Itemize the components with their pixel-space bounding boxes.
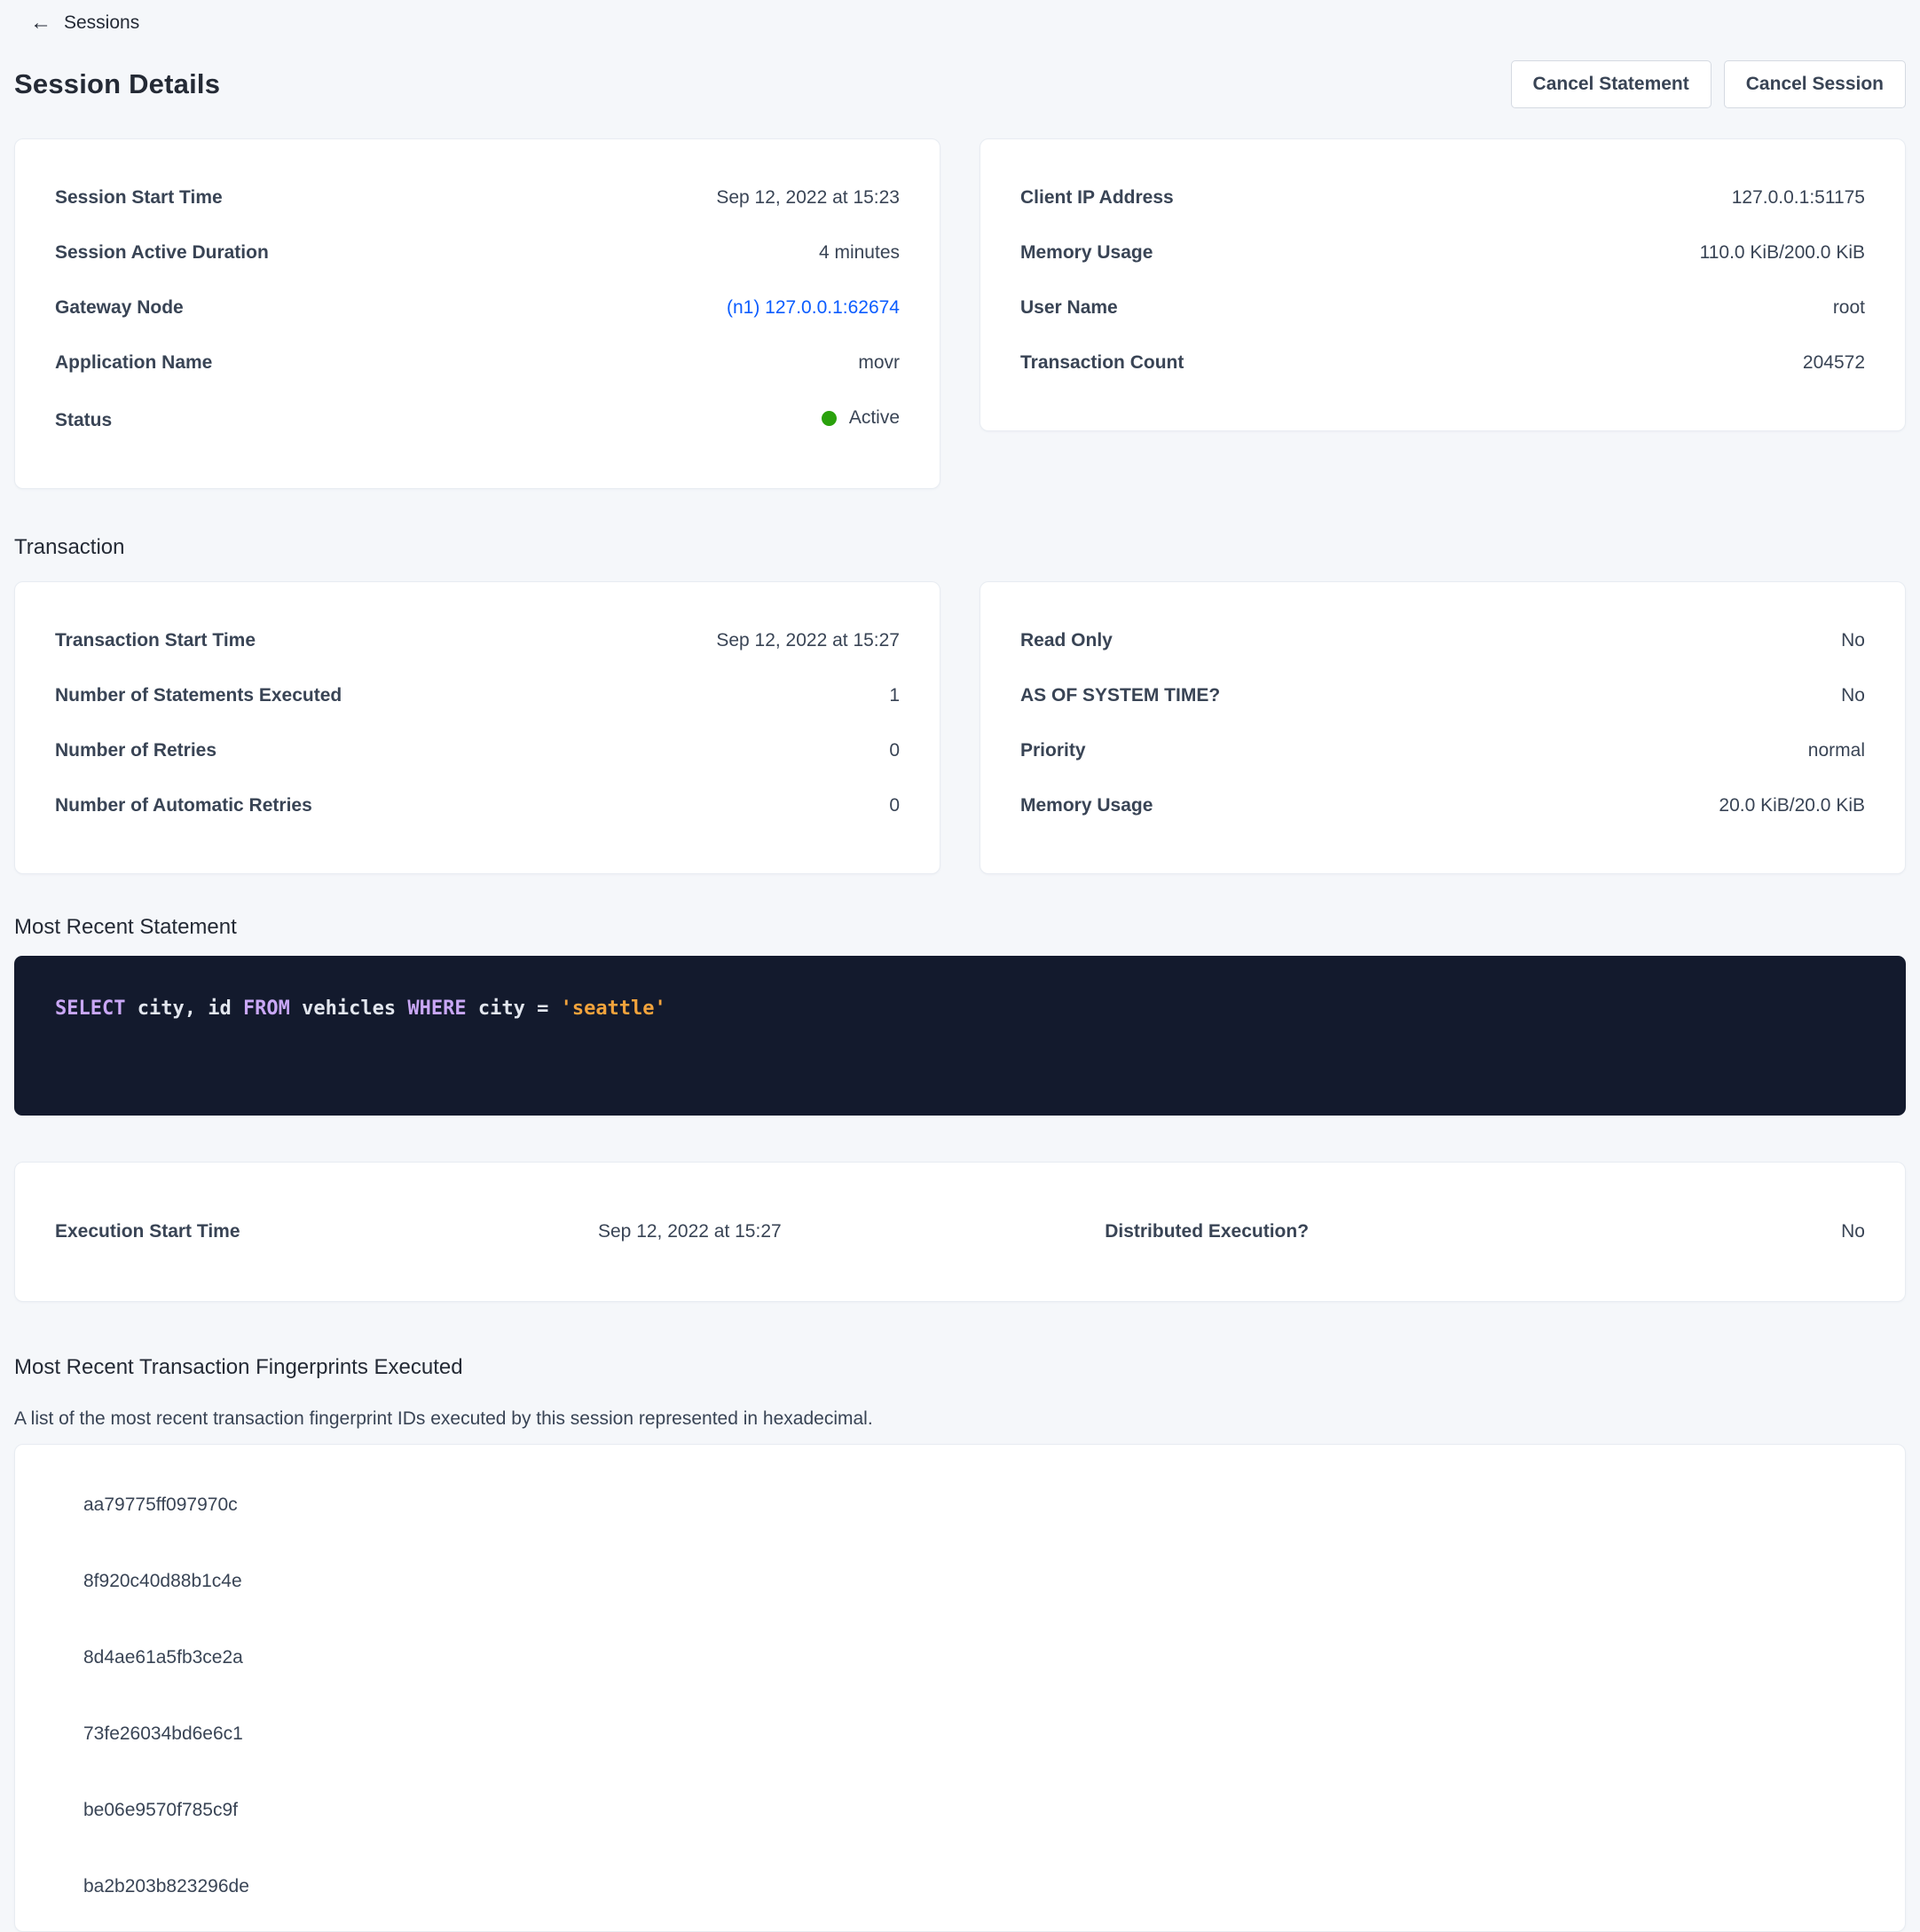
session-start-time-row: Session Start Time Sep 12, 2022 at 15:23: [55, 185, 900, 210]
row-label: Application Name: [55, 351, 212, 375]
client-ip-row: Client IP Address 127.0.0.1:51175: [1020, 185, 1865, 210]
execution-info-row: Execution Start Time Sep 12, 2022 at 15:…: [55, 1219, 1865, 1244]
row-label: Number of Retries: [55, 738, 216, 763]
row-label: User Name: [1020, 296, 1118, 320]
back-link-label: Sessions: [64, 12, 139, 34]
row-label: Memory Usage: [1020, 241, 1153, 265]
cancel-session-button[interactable]: Cancel Session: [1724, 60, 1906, 108]
status-row: Status Active: [55, 406, 900, 433]
sql-token-plain: city =: [467, 998, 561, 1020]
transaction-start-time-row: Transaction Start Time Sep 12, 2022 at 1…: [55, 628, 900, 653]
sql-token-plain: city, id: [125, 998, 242, 1020]
row-label: Read Only: [1020, 628, 1113, 653]
sql-token-string: 'seattle': [561, 998, 666, 1020]
transaction-memory-usage-row: Memory Usage 20.0 KiB/20.0 KiB: [1020, 793, 1865, 818]
user-name-row: User Name root: [1020, 296, 1865, 320]
gateway-node-link[interactable]: (n1) 127.0.0.1:62674: [727, 296, 900, 320]
action-buttons: Cancel Statement Cancel Session: [1511, 60, 1906, 108]
sql-statement-text: SELECT city, id FROM vehicles WHERE city…: [55, 995, 1865, 1022]
row-value: movr: [858, 351, 900, 375]
execution-info-card: Execution Start Time Sep 12, 2022 at 15:…: [14, 1162, 1906, 1302]
sql-token-keyword: SELECT: [55, 998, 125, 1020]
fingerprint-list-item: ba2b203b823296de: [55, 1874, 1865, 1899]
automatic-retries-row: Number of Automatic Retries 0: [55, 793, 900, 818]
execution-start-time-value: Sep 12, 2022 at 15:27: [598, 1219, 1105, 1244]
sql-token-plain: vehicles: [290, 998, 407, 1020]
row-label: Priority: [1020, 738, 1086, 763]
status-label: Active: [849, 406, 900, 430]
row-label: Status: [55, 408, 112, 433]
title-row: Session Details Cancel Statement Cancel …: [14, 60, 1906, 108]
application-name-row: Application Name movr: [55, 351, 900, 375]
session-overview-section: Session Start Time Sep 12, 2022 at 15:23…: [14, 138, 1906, 489]
session-active-duration-row: Session Active Duration 4 minutes: [55, 241, 900, 265]
fingerprint-list-item: 8d4ae61a5fb3ce2a: [55, 1645, 1865, 1670]
row-label: Number of Automatic Retries: [55, 793, 312, 818]
row-value: Sep 12, 2022 at 15:23: [716, 185, 900, 210]
retries-row: Number of Retries 0: [55, 738, 900, 763]
status-active-dot-icon: [822, 411, 837, 426]
row-label: Transaction Count: [1020, 351, 1184, 375]
fingerprints-section-heading: Most Recent Transaction Fingerprints Exe…: [14, 1355, 1906, 1380]
transaction-count-row: Transaction Count 204572: [1020, 351, 1865, 375]
transaction-card-left: Transaction Start Time Sep 12, 2022 at 1…: [14, 581, 940, 874]
row-label: Session Start Time: [55, 185, 223, 210]
execution-start-time-label: Execution Start Time: [55, 1219, 598, 1244]
transaction-card-right: Read Only No AS OF SYSTEM TIME? No Prior…: [980, 581, 1906, 874]
row-value: 20.0 KiB/20.0 KiB: [1719, 793, 1865, 818]
row-value: No: [1841, 628, 1865, 653]
row-value: 0: [889, 793, 900, 818]
row-value: 204572: [1803, 351, 1865, 375]
fingerprint-list-item: 8f920c40d88b1c4e: [55, 1569, 1865, 1594]
priority-row: Priority normal: [1020, 738, 1865, 763]
row-value: 110.0 KiB/200.0 KiB: [1700, 241, 1865, 265]
fingerprint-list-item: 73fe26034bd6e6c1: [55, 1722, 1865, 1747]
back-arrow-icon: ←: [30, 12, 51, 34]
row-label: Memory Usage: [1020, 793, 1153, 818]
statement-section-heading: Most Recent Statement: [14, 915, 1906, 940]
cancel-statement-button[interactable]: Cancel Statement: [1511, 60, 1711, 108]
sql-token-keyword: FROM: [243, 998, 290, 1020]
fingerprints-subtitle: A list of the most recent transaction fi…: [14, 1407, 1906, 1431]
row-value: No: [1841, 683, 1865, 708]
statements-executed-row: Number of Statements Executed 1: [55, 683, 900, 708]
row-label: Client IP Address: [1020, 185, 1174, 210]
fingerprint-list-item: be06e9570f785c9f: [55, 1798, 1865, 1823]
row-label: AS OF SYSTEM TIME?: [1020, 683, 1220, 708]
as-of-system-time-row: AS OF SYSTEM TIME? No: [1020, 683, 1865, 708]
row-label: Gateway Node: [55, 296, 184, 320]
row-label: Session Active Duration: [55, 241, 269, 265]
transaction-section-heading: Transaction: [14, 535, 1906, 560]
row-value: root: [1833, 296, 1865, 320]
row-value: 0: [889, 738, 900, 763]
sql-token-keyword: WHERE: [407, 998, 466, 1020]
row-value: Sep 12, 2022 at 15:27: [716, 628, 900, 653]
row-value: normal: [1808, 738, 1865, 763]
fingerprints-card: aa79775ff097970c 8f920c40d88b1c4e 8d4ae6…: [14, 1444, 1906, 1932]
back-to-sessions-link[interactable]: ← Sessions: [30, 12, 139, 34]
fingerprint-list-item: aa79775ff097970c: [55, 1493, 1865, 1518]
row-value: 127.0.0.1:51175: [1732, 185, 1865, 210]
row-label: Transaction Start Time: [55, 628, 256, 653]
row-label: Number of Statements Executed: [55, 683, 342, 708]
row-value: 1: [889, 683, 900, 708]
memory-usage-row: Memory Usage 110.0 KiB/200.0 KiB: [1020, 241, 1865, 265]
gateway-node-row: Gateway Node (n1) 127.0.0.1:62674: [55, 296, 900, 320]
session-details-card-left: Session Start Time Sep 12, 2022 at 15:23…: [14, 138, 940, 489]
sql-statement-block: SELECT city, id FROM vehicles WHERE city…: [14, 956, 1906, 1116]
distributed-execution-value: No: [1576, 1219, 1865, 1244]
status-badge: Active: [822, 406, 900, 430]
session-details-card-right: Client IP Address 127.0.0.1:51175 Memory…: [980, 138, 1906, 431]
page-title: Session Details: [14, 68, 220, 100]
row-value: 4 minutes: [819, 241, 900, 265]
distributed-execution-label: Distributed Execution?: [1105, 1219, 1575, 1244]
read-only-row: Read Only No: [1020, 628, 1865, 653]
transaction-section: Transaction Start Time Sep 12, 2022 at 1…: [14, 581, 1906, 874]
